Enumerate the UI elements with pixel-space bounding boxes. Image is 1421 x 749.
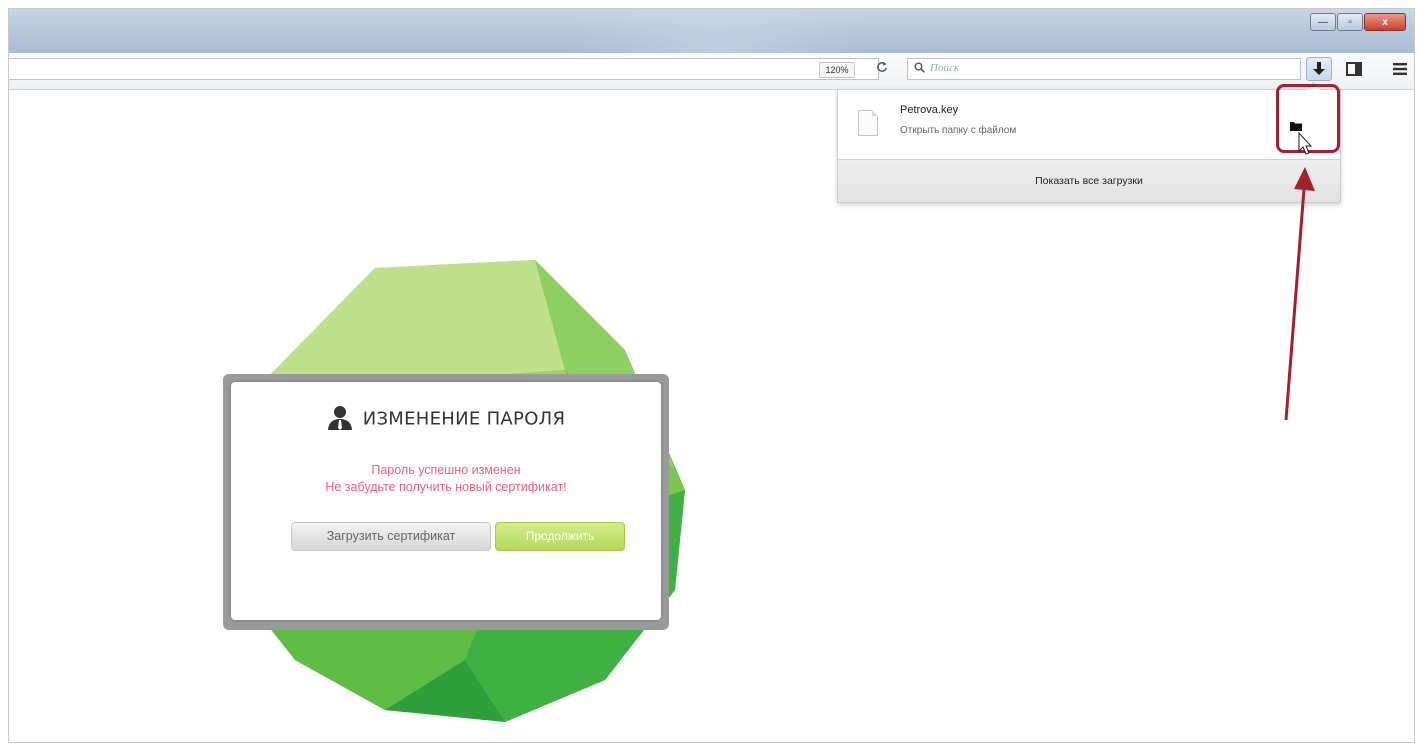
search-input[interactable]: Поиск	[907, 58, 1301, 80]
title-bar: — ▫ x	[9, 9, 1414, 53]
reload-icon[interactable]	[873, 61, 891, 76]
search-placeholder: Поиск	[930, 62, 959, 74]
navigation-toolbar: 120% Поиск	[9, 53, 1414, 90]
zoom-indicator[interactable]: 120%	[819, 62, 855, 78]
download-arrow-icon	[1313, 62, 1325, 75]
minimize-button[interactable]: —	[1310, 13, 1336, 31]
download-file-name[interactable]: Petrova.key	[900, 104, 958, 116]
url-bar[interactable]: 120%	[9, 58, 887, 80]
downloads-panel: Petrova.key Открыть папку с файлом Показ…	[837, 81, 1341, 203]
message-line-1: Пароль успешно изменен	[371, 463, 521, 477]
message-line-2: Не забудьте получить новый сертификат!	[325, 480, 567, 494]
upload-certificate-button[interactable]: Загрузить сертификат	[291, 522, 491, 551]
menu-button[interactable]	[1387, 57, 1413, 81]
dialog-title-text: ИЗМЕНЕНИЕ ПАРОЛЯ	[362, 408, 566, 430]
annotation-highlight-box	[1276, 84, 1340, 153]
search-icon	[914, 62, 925, 76]
downloads-button[interactable]	[1306, 57, 1332, 81]
browser-window: — ▫ x 120% Поиск ИЗМЕНЕНИЕ ПАРОЛЯ Пароль…	[8, 8, 1415, 743]
restore-button[interactable]: ▫	[1337, 13, 1363, 31]
user-icon	[327, 404, 353, 435]
continue-button[interactable]: Продолжить	[495, 522, 625, 551]
file-icon	[858, 110, 878, 136]
dialog-title: ИЗМЕНЕНИЕ ПАРОЛЯ	[231, 404, 661, 435]
sidebar-icon	[1346, 62, 1362, 76]
open-folder-link[interactable]: Открыть папку с файлом	[900, 125, 1016, 136]
password-change-dialog: ИЗМЕНЕНИЕ ПАРОЛЯ Пароль успешно изменен …	[231, 382, 661, 620]
show-all-downloads-button[interactable]: Показать все загрузки	[838, 159, 1340, 202]
window-controls: — ▫ x	[1309, 13, 1406, 31]
hamburger-icon	[1393, 63, 1407, 75]
close-button[interactable]: x	[1364, 13, 1406, 31]
sidebar-button[interactable]	[1341, 57, 1367, 81]
success-message: Пароль успешно изменен Не забудьте получ…	[231, 462, 661, 496]
